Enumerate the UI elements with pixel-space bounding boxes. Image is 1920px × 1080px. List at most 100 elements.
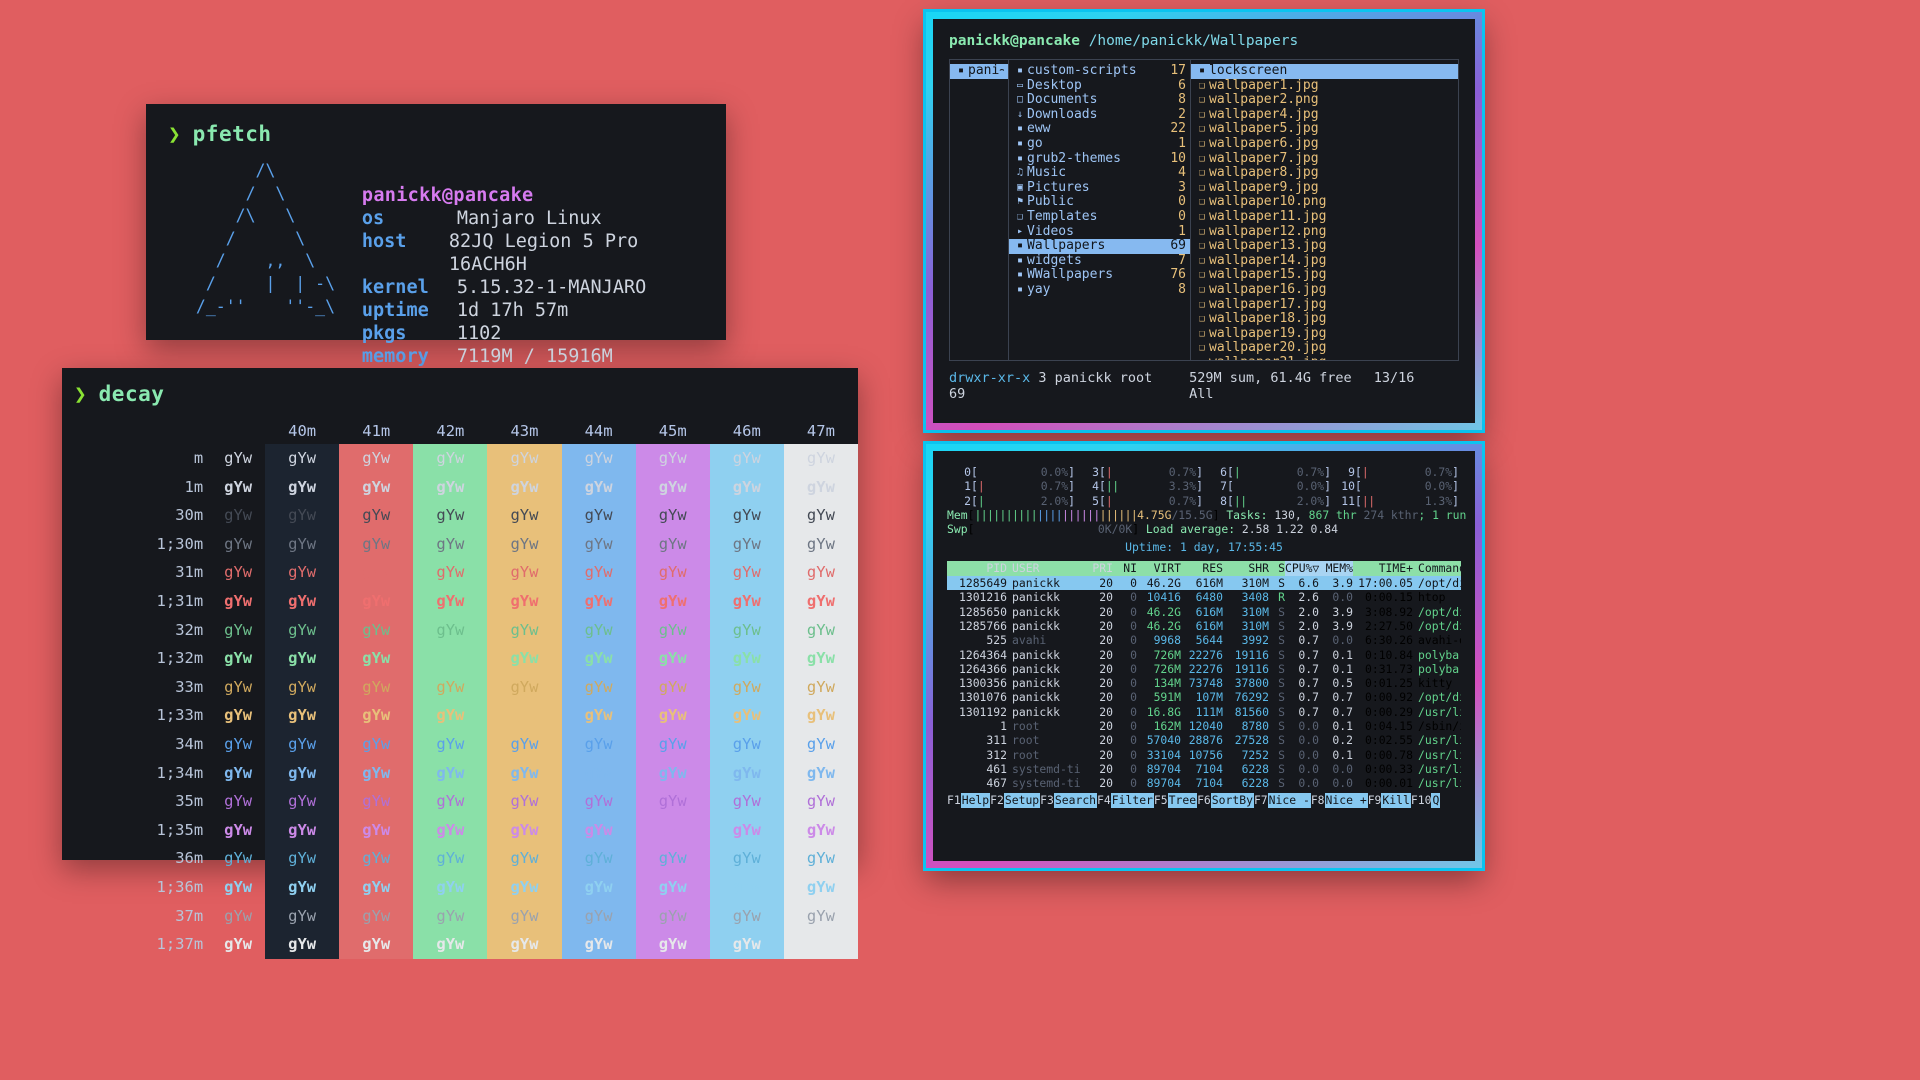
list-item[interactable]: ❑ wallpaper4.jpg [1191, 108, 1458, 123]
table-row[interactable]: 1285766 panickk 20 0 46.2G 616M 310M S 2.0 3.9 2:2… [947, 619, 1461, 633]
table-row[interactable]: 311 root 20 0 57040 28876 27528 S 0.0 0.2 0:02.55 /… [947, 733, 1461, 747]
htop-column-header[interactable]: SHR [1223, 561, 1269, 576]
list-item[interactable]: ❑ wallpaper2.png [1191, 93, 1458, 108]
table-row[interactable]: 1264366 panickk 20 0 726M 22276 19116 S 0.7 0.1 0:… [947, 662, 1461, 676]
table-row[interactable]: 312 root 20 0 33104 10756 7252 S 0.0 0.1 0:00.78/u… [947, 748, 1461, 762]
htop-fkey-label[interactable]: Nice + [1324, 792, 1368, 808]
list-item[interactable]: ❑ wallpaper17.jpg [1191, 298, 1458, 313]
htop-fkey-label[interactable]: Tree [1167, 792, 1198, 808]
htop-fkey-label[interactable]: Kill [1381, 792, 1411, 808]
htop-column-header[interactable]: TIME+ [1353, 561, 1413, 576]
list-item[interactable]: ▪ custom-scripts 17 [1009, 63, 1190, 79]
list-item[interactable]: ▪ widgets 7 [1009, 253, 1190, 269]
htop-function-key-bar[interactable]: F1 Help F2 Setup F3 Search F4 Filter F5 Tree F6… [947, 792, 1461, 808]
table-row[interactable]: 1264364 panickk 20 0 726M 22276 19116 S 0.7 0.1 0:… [947, 648, 1461, 662]
table-row[interactable]: 1301192 panickk 20 0 16.8G 111M 81560 S 0.7 0.7 0:… [947, 705, 1461, 719]
list-item[interactable]: ❑ wallpaper6.jpg [1191, 137, 1458, 152]
decay-cell: gYw [362, 649, 391, 668]
list-item[interactable]: ▸ Videos 1 [1009, 224, 1190, 240]
list-item[interactable]: ❑ wallpaper11.jpg [1191, 210, 1458, 225]
list-item-name: wallpaper19.jpg [1209, 326, 1327, 341]
list-item[interactable]: ❑ wallpaper16.jpg [1191, 283, 1458, 298]
list-item[interactable]: ❑ wallpaper9.jpg [1191, 181, 1458, 196]
folder-icon: ▪ [957, 65, 965, 76]
table-row[interactable]: 1301076 panickk 20 0 591M 107M 76292 S 0.7 0.7 0:0… [947, 690, 1461, 704]
list-item-name: Music [1027, 166, 1067, 181]
list-item[interactable]: ↓ Downloads 2 [1009, 107, 1190, 123]
table-row[interactable]: 1285650 panickk 20 0 46.2G 616M 310M S 2.0 3.9 3:0… [947, 605, 1461, 619]
htop-fkey-label[interactable]: SortBy [1210, 792, 1254, 808]
htop-fkey-label[interactable]: Help [960, 792, 991, 808]
decay-cell: gYw [732, 477, 761, 496]
htop-fkey-label[interactable]: Filter [1110, 792, 1154, 808]
folder-icon: ▪ [1016, 269, 1024, 281]
list-item[interactable]: ❑ wallpaper10.png [1191, 195, 1458, 210]
htop-column-header[interactable]: RES [1181, 561, 1223, 576]
list-item[interactable]: ▪ pani~ [950, 64, 1008, 79]
list-item[interactable]: ▪ lockscreen [1191, 64, 1458, 79]
list-item[interactable]: ❑ Templates 0 [1009, 209, 1190, 225]
table-row[interactable]: 1285649 panickk 20 0 46.2G 616M 310M S 6.6 3.9 17:… [947, 576, 1461, 591]
htop-column-header[interactable]: CPU%▽ [1285, 561, 1319, 577]
ranger-window-frame[interactable]: panickk@pancake /home/panickk/Wallpapers… [926, 12, 1482, 430]
list-item[interactable]: ⚑ Public 0 [1009, 195, 1190, 210]
htop-fkey-label[interactable]: Q [1431, 792, 1441, 808]
list-item[interactable]: ❑ wallpaper19.jpg [1191, 327, 1458, 342]
list-item[interactable]: ▣ Pictures 3 [1009, 180, 1190, 196]
pfetch-info-value: 7119M / 15916M [456, 346, 613, 367]
ranger-preview-pane[interactable]: ▪ lockscreen ❑ wallpaper1.jpg ❑ wallpaper2.pn… [1191, 59, 1459, 361]
htop-swp-label: Swp [947, 522, 968, 537]
list-item[interactable]: ❑ wallpaper5.jpg [1191, 122, 1458, 137]
htop-fkey-label[interactable]: Nice - [1267, 792, 1311, 808]
list-item[interactable]: ❑ wallpaper18.jpg [1191, 312, 1458, 327]
htop-column-header[interactable]: VIRT [1137, 561, 1181, 576]
htop-window-frame[interactable]: 0[0.0%] 3[| 0.7%] 6[| 0.7%] 9[| 0.7%] 1[| 0.7%] 4… [926, 444, 1482, 868]
list-item[interactable]: ▭ Desktop 6 [1009, 78, 1190, 94]
table-row[interactable]: 467 systemd-ti 20 0 89704 7104 6228 S 0.0 0.0 0:00… [947, 776, 1461, 790]
list-item[interactable]: ❑ wallpaper20.jpg [1191, 341, 1458, 356]
list-item-count: 17 [1170, 63, 1186, 78]
table-row[interactable]: 525 avahi 20 0 9968 5644 3992 S 0.7 0.0 6:30.26 ava… [947, 633, 1461, 647]
table-row[interactable]: 461 systemd-ti 20 0 89704 7104 6228 S 0.0 0.0 0:00… [947, 762, 1461, 776]
htop-column-header[interactable]: MEM% [1319, 561, 1353, 577]
list-item[interactable]: ▪ go 1 [1009, 136, 1190, 152]
list-item[interactable]: ❑ wallpaper8.jpg [1191, 166, 1458, 181]
htop-column-header[interactable]: PID [947, 561, 1007, 576]
image-icon: ❑ [1198, 196, 1206, 208]
htop-column-header[interactable]: S [1269, 561, 1285, 576]
table-row[interactable]: 1301216 panickk 20 0 10416 6480 3408 R 2.6 0.0 0:0… [947, 590, 1461, 604]
decay-terminal-window[interactable]: ❯ decay m 1m 30m 1;30m 31m 1;31m 32m 1;32m 33m 1;… [62, 368, 858, 959]
ranger-parent-pane[interactable]: ▪ pani~ [949, 59, 1009, 361]
decay-cell: gYw [806, 820, 835, 839]
ranger-directory-pane[interactable]: ▪ custom-scripts 17 ▭ Desktop 6 □ Documents 8 ↓ Do… [1009, 59, 1191, 361]
htop-state: S [1278, 733, 1285, 748]
list-item[interactable]: ❑ wallpaper15.jpg [1191, 268, 1458, 283]
decay-column-header: 45m [658, 422, 687, 440]
htop-table-header[interactable]: PID USER PRI NI VIRT RES SHR S CPU%▽ MEM% TIME+ Com… [947, 561, 1461, 577]
pfetch-terminal-window[interactable]: ❯ pfetch /\ / \ /\ \ / \ / ,, \ / | | -\… [146, 104, 726, 367]
htop-column-header[interactable]: USER [1007, 561, 1085, 576]
htop-column-header[interactable]: Command [1413, 561, 1461, 576]
list-item[interactable]: ▪ eww 22 [1009, 122, 1190, 137]
list-item[interactable]: □ Documents 8 [1009, 93, 1190, 108]
list-item[interactable]: ♫ Music 4 [1009, 166, 1190, 181]
htop-column-header[interactable]: PRI [1085, 561, 1113, 576]
list-item[interactable]: ❑wallpaper21.jpg [1191, 356, 1458, 360]
htop-fkey-label[interactable]: Search [1053, 792, 1098, 808]
list-item[interactable]: ▪ Wallpapers 69 [1009, 239, 1190, 254]
list-item[interactable]: ❑ wallpaper12.png [1191, 225, 1458, 240]
decay-cell: gYw [436, 906, 465, 925]
decay-cell: gYw [288, 849, 317, 868]
list-item[interactable]: ❑ wallpaper1.jpg [1191, 79, 1458, 94]
table-row[interactable]: 1 root 20 0 162M 12040 8780 S 0.0 0.1 0:04.15/sbin… [947, 719, 1461, 733]
list-item[interactable]: ▪ grub2-themes 10 [1009, 151, 1190, 167]
list-item[interactable]: ❑ wallpaper14.jpg [1191, 254, 1458, 269]
list-item[interactable]: ▪ WWallpapers 76 [1009, 268, 1190, 283]
table-row[interactable]: 1300356 panickk 20 0 134M 73748 37800 S 0.7 0.5 0:… [947, 676, 1461, 690]
htop-fkey-label[interactable]: Setup [1003, 792, 1041, 808]
htop-column-header[interactable]: NI [1113, 561, 1137, 576]
list-item[interactable]: ❑ wallpaper13.jpg [1191, 239, 1458, 254]
list-item[interactable]: ❑ wallpaper7.jpg [1191, 152, 1458, 167]
decay-row-label: 34m [175, 734, 204, 753]
list-item[interactable]: ▪ yay 8 [1009, 282, 1190, 298]
